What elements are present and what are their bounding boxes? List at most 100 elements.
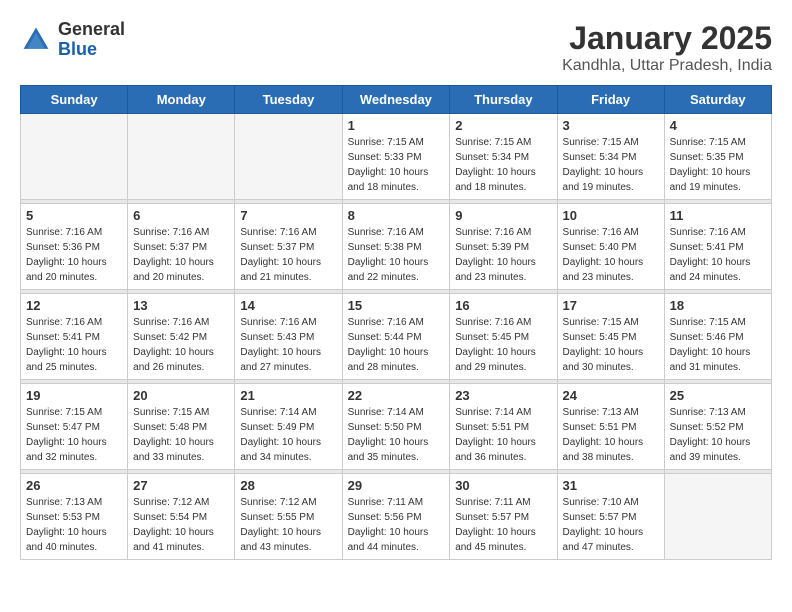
day-number: 14 bbox=[240, 298, 336, 313]
calendar-cell: 30Sunrise: 7:11 AMSunset: 5:57 PMDayligh… bbox=[450, 474, 557, 560]
day-number: 5 bbox=[26, 208, 122, 223]
day-number: 17 bbox=[563, 298, 659, 313]
day-number: 27 bbox=[133, 478, 229, 493]
day-info: Sunrise: 7:15 AMSunset: 5:34 PMDaylight:… bbox=[455, 135, 551, 195]
calendar-cell bbox=[21, 114, 128, 200]
day-info: Sunrise: 7:16 AMSunset: 5:37 PMDaylight:… bbox=[133, 225, 229, 285]
day-number: 13 bbox=[133, 298, 229, 313]
day-number: 20 bbox=[133, 388, 229, 403]
calendar-cell: 11 Sunrise: 7:16 AMSunset: 5:41 PMDayligh… bbox=[664, 204, 771, 290]
day-info: Sunrise: 7:15 AMSunset: 5:33 PMDaylight:… bbox=[348, 135, 445, 195]
calendar-week-4: 19 Sunrise: 7:15 AMSunset: 5:47 PMDayligh… bbox=[21, 384, 772, 470]
day-number: 31 bbox=[563, 478, 659, 493]
calendar-week-2: 5 Sunrise: 7:16 AMSunset: 5:36 PMDaylight… bbox=[21, 204, 772, 290]
day-info: Sunrise: 7:16 AMSunset: 5:45 PMDaylight:… bbox=[455, 315, 551, 375]
calendar-cell bbox=[128, 114, 235, 200]
day-info: Sunrise: 7:14 AMSunset: 5:50 PMDaylight:… bbox=[348, 405, 445, 465]
day-number: 3 bbox=[563, 118, 659, 133]
day-number: 24 bbox=[563, 388, 659, 403]
day-number: 9 bbox=[455, 208, 551, 223]
calendar-table: SundayMondayTuesdayWednesdayThursdayFrid… bbox=[20, 85, 772, 560]
weekday-header-friday: Friday bbox=[557, 86, 664, 114]
day-number: 8 bbox=[348, 208, 445, 223]
calendar-cell: 1 Sunrise: 7:15 AMSunset: 5:33 PMDaylight… bbox=[342, 114, 450, 200]
calendar-cell: 13Sunrise: 7:16 AMSunset: 5:42 PMDayligh… bbox=[128, 294, 235, 380]
day-info: Sunrise: 7:15 AMSunset: 5:47 PMDaylight:… bbox=[26, 405, 122, 465]
day-info: Sunrise: 7:15 AMSunset: 5:34 PMDaylight:… bbox=[563, 135, 659, 195]
calendar-cell: 6Sunrise: 7:16 AMSunset: 5:37 PMDaylight… bbox=[128, 204, 235, 290]
calendar-cell: 23Sunrise: 7:14 AMSunset: 5:51 PMDayligh… bbox=[450, 384, 557, 470]
day-number: 26 bbox=[26, 478, 122, 493]
calendar-cell: 14 Sunrise: 7:16 AMSunset: 5:43 PMDayligh… bbox=[235, 294, 342, 380]
weekday-header-saturday: Saturday bbox=[664, 86, 771, 114]
day-info: Sunrise: 7:16 AMSunset: 5:36 PMDaylight:… bbox=[26, 225, 122, 285]
weekday-header-wednesday: Wednesday bbox=[342, 86, 450, 114]
day-info: Sunrise: 7:16 AMSunset: 5:37 PMDaylight:… bbox=[240, 225, 336, 285]
day-info: Sunrise: 7:15 AMSunset: 5:45 PMDaylight:… bbox=[563, 315, 659, 375]
calendar-cell: 18 Sunrise: 7:15 AMSunset: 5:46 PMDayligh… bbox=[664, 294, 771, 380]
day-info: Sunrise: 7:11 AMSunset: 5:57 PMDaylight:… bbox=[455, 495, 551, 555]
day-number: 10 bbox=[563, 208, 659, 223]
day-number: 22 bbox=[348, 388, 445, 403]
day-number: 29 bbox=[348, 478, 445, 493]
day-number: 28 bbox=[240, 478, 336, 493]
day-number: 11 bbox=[670, 208, 766, 223]
calendar-cell: 19 Sunrise: 7:15 AMSunset: 5:47 PMDayligh… bbox=[21, 384, 128, 470]
day-info: Sunrise: 7:16 AMSunset: 5:44 PMDaylight:… bbox=[348, 315, 445, 375]
day-number: 19 bbox=[26, 388, 122, 403]
day-number: 15 bbox=[348, 298, 445, 313]
day-number: 23 bbox=[455, 388, 551, 403]
day-info: Sunrise: 7:15 AMSunset: 5:35 PMDaylight:… bbox=[670, 135, 766, 195]
calendar-cell: 3 Sunrise: 7:15 AMSunset: 5:34 PMDaylight… bbox=[557, 114, 664, 200]
day-info: Sunrise: 7:15 AMSunset: 5:48 PMDaylight:… bbox=[133, 405, 229, 465]
calendar-cell: 29 Sunrise: 7:11 AMSunset: 5:56 PMDayligh… bbox=[342, 474, 450, 560]
page-header: General Blue January 2025 Kandhla, Uttar… bbox=[20, 20, 772, 75]
calendar-cell: 21Sunrise: 7:14 AMSunset: 5:49 PMDayligh… bbox=[235, 384, 342, 470]
day-info: Sunrise: 7:11 AMSunset: 5:56 PMDaylight:… bbox=[348, 495, 445, 555]
day-number: 7 bbox=[240, 208, 336, 223]
calendar-cell: 26Sunrise: 7:13 AMSunset: 5:53 PMDayligh… bbox=[21, 474, 128, 560]
calendar-cell: 25 Sunrise: 7:13 AMSunset: 5:52 PMDayligh… bbox=[664, 384, 771, 470]
day-info: Sunrise: 7:15 AMSunset: 5:46 PMDaylight:… bbox=[670, 315, 766, 375]
calendar-title: January 2025 bbox=[562, 20, 772, 57]
day-info: Sunrise: 7:13 AMSunset: 5:51 PMDaylight:… bbox=[563, 405, 659, 465]
day-info: Sunrise: 7:16 AMSunset: 5:40 PMDaylight:… bbox=[563, 225, 659, 285]
calendar-cell: 22 Sunrise: 7:14 AMSunset: 5:50 PMDayligh… bbox=[342, 384, 450, 470]
day-info: Sunrise: 7:16 AMSunset: 5:39 PMDaylight:… bbox=[455, 225, 551, 285]
logo-brand2: Blue bbox=[58, 40, 125, 60]
day-number: 18 bbox=[670, 298, 766, 313]
calendar-cell: 16 Sunrise: 7:16 AMSunset: 5:45 PMDayligh… bbox=[450, 294, 557, 380]
day-number: 1 bbox=[348, 118, 445, 133]
day-number: 12 bbox=[26, 298, 122, 313]
logo-brand1: General bbox=[58, 20, 125, 40]
day-number: 2 bbox=[455, 118, 551, 133]
calendar-cell: 9 Sunrise: 7:16 AMSunset: 5:39 PMDaylight… bbox=[450, 204, 557, 290]
calendar-cell: 10 Sunrise: 7:16 AMSunset: 5:40 PMDayligh… bbox=[557, 204, 664, 290]
calendar-cell: 28 Sunrise: 7:12 AMSunset: 5:55 PMDayligh… bbox=[235, 474, 342, 560]
weekday-header-monday: Monday bbox=[128, 86, 235, 114]
calendar-cell: 17 Sunrise: 7:15 AMSunset: 5:45 PMDayligh… bbox=[557, 294, 664, 380]
calendar-cell: 12Sunrise: 7:16 AMSunset: 5:41 PMDayligh… bbox=[21, 294, 128, 380]
calendar-cell bbox=[664, 474, 771, 560]
calendar-subtitle: Kandhla, Uttar Pradesh, India bbox=[562, 57, 772, 75]
day-info: Sunrise: 7:14 AMSunset: 5:49 PMDaylight:… bbox=[240, 405, 336, 465]
calendar-cell: 15 Sunrise: 7:16 AMSunset: 5:44 PMDayligh… bbox=[342, 294, 450, 380]
calendar-cell: 5 Sunrise: 7:16 AMSunset: 5:36 PMDaylight… bbox=[21, 204, 128, 290]
calendar-cell bbox=[235, 114, 342, 200]
calendar-week-5: 26Sunrise: 7:13 AMSunset: 5:53 PMDayligh… bbox=[21, 474, 772, 560]
weekday-header-tuesday: Tuesday bbox=[235, 86, 342, 114]
day-info: Sunrise: 7:16 AMSunset: 5:43 PMDaylight:… bbox=[240, 315, 336, 375]
calendar-cell: 27Sunrise: 7:12 AMSunset: 5:54 PMDayligh… bbox=[128, 474, 235, 560]
day-number: 25 bbox=[670, 388, 766, 403]
day-info: Sunrise: 7:16 AMSunset: 5:41 PMDaylight:… bbox=[670, 225, 766, 285]
day-info: Sunrise: 7:12 AMSunset: 5:55 PMDaylight:… bbox=[240, 495, 336, 555]
weekday-header-row: SundayMondayTuesdayWednesdayThursdayFrid… bbox=[21, 86, 772, 114]
day-info: Sunrise: 7:16 AMSunset: 5:38 PMDaylight:… bbox=[348, 225, 445, 285]
day-info: Sunrise: 7:13 AMSunset: 5:52 PMDaylight:… bbox=[670, 405, 766, 465]
calendar-cell: 7 Sunrise: 7:16 AMSunset: 5:37 PMDaylight… bbox=[235, 204, 342, 290]
calendar-cell: 24 Sunrise: 7:13 AMSunset: 5:51 PMDayligh… bbox=[557, 384, 664, 470]
day-number: 16 bbox=[455, 298, 551, 313]
title-block: January 2025 Kandhla, Uttar Pradesh, Ind… bbox=[562, 20, 772, 75]
calendar-cell: 2 Sunrise: 7:15 AMSunset: 5:34 PMDaylight… bbox=[450, 114, 557, 200]
calendar-week-1: 1 Sunrise: 7:15 AMSunset: 5:33 PMDaylight… bbox=[21, 114, 772, 200]
